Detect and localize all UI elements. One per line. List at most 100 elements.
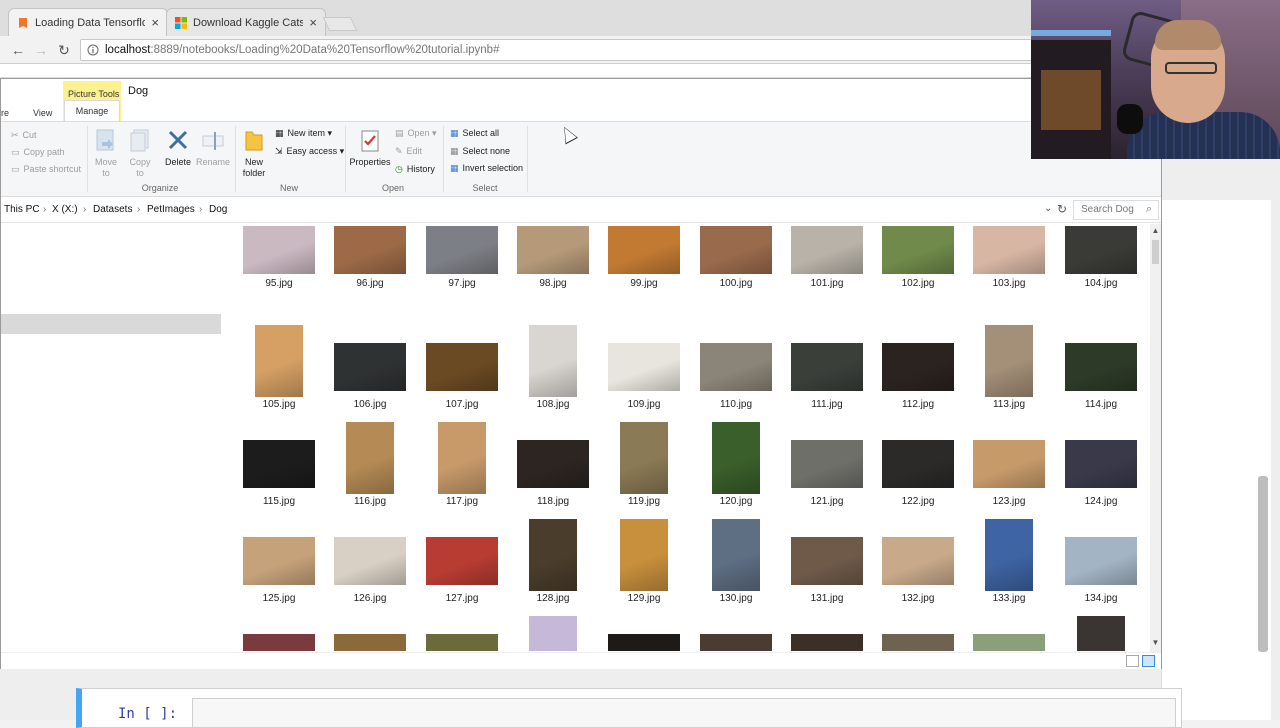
file-item[interactable]: 115.jpg [237,418,321,514]
file-item[interactable]: 95.jpg [237,224,321,320]
file-item[interactable] [967,612,1051,651]
file-item[interactable]: 103.jpg [967,224,1051,320]
breadcrumb-datasets[interactable]: Datasets [93,204,132,215]
scroll-thumb[interactable] [1152,240,1159,264]
breadcrumb-dog[interactable]: Dog [209,204,227,215]
browser-tab[interactable]: Download Kaggle Cats and × [166,8,326,36]
file-item[interactable] [328,612,412,651]
scroll-down-icon[interactable]: ▼ [1150,638,1161,647]
invert-selection-button[interactable]: ▦ Invert selection [450,163,523,174]
file-item[interactable]: 131.jpg [785,515,869,611]
file-item[interactable]: 105.jpg [237,321,321,417]
delete-button[interactable]: Delete [164,128,192,168]
scroll-up-icon[interactable]: ▲ [1150,226,1161,235]
edit-button[interactable]: ✎ Edit [395,146,422,157]
file-item[interactable]: 110.jpg [694,321,778,417]
file-item[interactable]: 99.jpg [602,224,686,320]
new-item-button[interactable]: ▦ New item ▾ [275,128,332,139]
file-item[interactable]: 133.jpg [967,515,1051,611]
image-thumbnail [243,226,315,274]
tab-manage[interactable]: Manage [64,100,120,121]
cell-input[interactable] [192,698,1176,728]
file-item[interactable]: 123.jpg [967,418,1051,514]
close-icon[interactable]: × [151,15,159,30]
select-none-button[interactable]: ▦ Select none [450,146,510,157]
refresh-icon[interactable]: ↻ [1057,202,1067,216]
back-arrow-icon[interactable]: ← [8,40,28,60]
file-item[interactable]: 127.jpg [420,515,504,611]
file-item[interactable]: 97.jpg [420,224,504,320]
file-item[interactable]: 100.jpg [694,224,778,320]
nav-selected-item[interactable] [1,314,221,334]
file-item[interactable] [237,612,321,651]
history-button[interactable]: ◷ History [395,164,435,175]
file-item[interactable]: 125.jpg [237,515,321,611]
copy-to-button[interactable]: Copy to [126,128,154,179]
image-thumbnail [334,634,406,651]
file-item[interactable]: 104.jpg [1059,224,1143,320]
file-item[interactable]: 109.jpg [602,321,686,417]
chevron-down-icon[interactable]: ⌄ [1044,203,1052,214]
file-item[interactable]: 113.jpg [967,321,1051,417]
browser-tab-active[interactable]: Loading Data Tensorflow × [8,8,168,36]
file-item[interactable]: 120.jpg [694,418,778,514]
file-item[interactable]: 101.jpg [785,224,869,320]
file-item[interactable] [876,612,960,651]
file-item[interactable]: 108.jpg [511,321,595,417]
file-item[interactable] [602,612,686,651]
file-item[interactable] [420,612,504,651]
file-item[interactable]: 129.jpg [602,515,686,611]
select-all-button[interactable]: ▦ Select all [450,128,499,139]
file-item[interactable] [1059,612,1143,651]
tab-view[interactable]: View [33,108,52,118]
search-input[interactable]: Search Dog ⌕ [1073,200,1159,220]
file-item[interactable]: 130.jpg [694,515,778,611]
details-view-icon[interactable] [1126,655,1139,667]
close-icon[interactable]: × [309,15,317,30]
file-item[interactable]: 118.jpg [511,418,595,514]
file-item[interactable]: 116.jpg [328,418,412,514]
file-item[interactable]: 124.jpg [1059,418,1143,514]
move-to-button[interactable]: Move to [92,128,120,179]
reload-icon[interactable]: ↻ [54,40,74,60]
cut-button[interactable]: ✂ Cut [11,130,37,141]
easy-access-button[interactable]: ⇲ Easy access ▾ [275,146,344,157]
file-item[interactable]: 117.jpg [420,418,504,514]
file-item[interactable]: 111.jpg [785,321,869,417]
vertical-scrollbar[interactable]: ▲ ▼ [1150,224,1161,652]
new-tab-button[interactable] [322,17,358,31]
file-item[interactable]: 134.jpg [1059,515,1143,611]
forward-arrow-icon[interactable]: → [31,40,51,60]
file-item[interactable]: 122.jpg [876,418,960,514]
file-item[interactable] [694,612,778,651]
tab-share[interactable]: re [1,108,9,118]
file-item[interactable]: 128.jpg [511,515,595,611]
file-item[interactable]: 121.jpg [785,418,869,514]
large-icons-view-icon[interactable] [1142,655,1155,667]
file-item[interactable] [785,612,869,651]
file-item[interactable]: 126.jpg [328,515,412,611]
file-item[interactable]: 96.jpg [328,224,412,320]
file-item[interactable] [511,612,595,651]
breadcrumb-drive[interactable]: X (X:) [52,204,78,215]
image-thumbnail [882,440,954,488]
file-name: 117.jpg [445,496,479,507]
file-item[interactable]: 132.jpg [876,515,960,611]
file-item[interactable]: 112.jpg [876,321,960,417]
properties-button[interactable]: Properties [349,128,391,168]
open-button[interactable]: ▤ Open ▾ [395,128,437,139]
file-item[interactable]: 98.jpg [511,224,595,320]
new-folder-button[interactable]: New folder [239,128,269,179]
breadcrumb-this-pc[interactable]: This PC [4,204,40,215]
file-item[interactable]: 106.jpg [328,321,412,417]
copy-path-button[interactable]: ▭ Copy path [11,147,65,158]
file-item[interactable]: 102.jpg [876,224,960,320]
rename-button[interactable]: Rename [196,128,230,168]
breadcrumb-petimages[interactable]: PetImages [147,204,195,215]
file-item[interactable]: 119.jpg [602,418,686,514]
paste-shortcut-button[interactable]: ▭ Paste shortcut [11,164,81,175]
file-item[interactable]: 114.jpg [1059,321,1143,417]
page-scrollbar[interactable] [1258,476,1268,652]
file-item[interactable]: 107.jpg [420,321,504,417]
explorer-address-bar[interactable]: This PC › X (X:) › Datasets › PetImages … [1,197,1161,223]
